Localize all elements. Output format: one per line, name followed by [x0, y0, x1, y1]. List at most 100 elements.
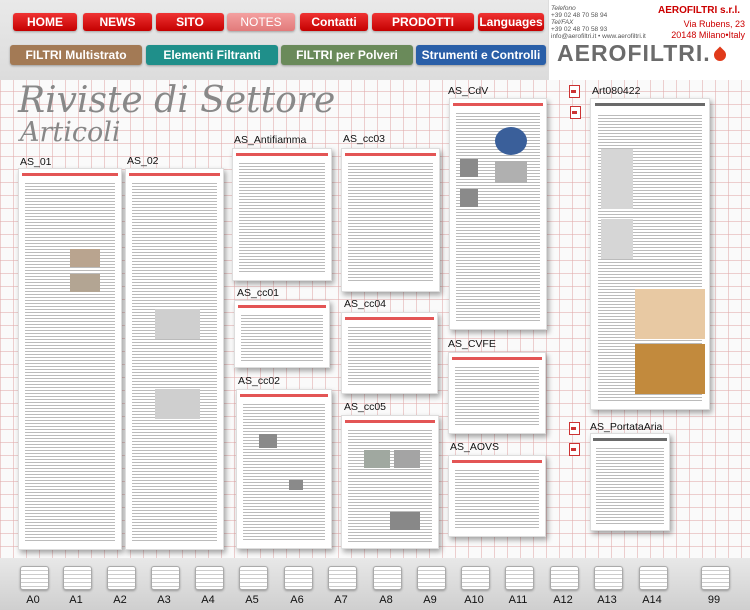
article-image	[289, 480, 303, 490]
doc-preview-cc03[interactable]	[341, 148, 440, 292]
pdf-icon	[569, 422, 580, 435]
header-bar	[344, 317, 435, 320]
header-bar	[594, 103, 706, 106]
article-diagram	[601, 219, 633, 259]
doc-preview-antifiamma[interactable]	[232, 148, 332, 281]
nav-home-button[interactable]: HOME	[13, 13, 77, 31]
thumbnail-a8[interactable]	[373, 566, 402, 590]
nav-sito-button[interactable]: SITO	[156, 13, 224, 31]
doc-label-as02[interactable]: AS_02	[127, 155, 159, 167]
doc-preview-cc04[interactable]	[341, 312, 438, 394]
drop-icon	[711, 46, 729, 64]
filter-image	[635, 344, 705, 394]
article-image	[364, 450, 390, 468]
thumbnail-a3[interactable]	[151, 566, 180, 590]
header-bar	[344, 420, 436, 423]
thumbnail-label: A11	[508, 594, 528, 606]
text-lines	[25, 181, 115, 541]
doc-label-as01[interactable]: AS_01	[20, 156, 52, 168]
thumbnail-a9[interactable]	[417, 566, 446, 590]
header-bar	[451, 357, 543, 360]
article-graph	[155, 389, 201, 419]
article-image	[460, 189, 478, 207]
fax-label: Tel/FAX	[551, 19, 574, 26]
page-subtitle: Articoli	[20, 117, 121, 148]
thumbnail-a11[interactable]	[505, 566, 534, 590]
thumbnail-label: A6	[290, 594, 304, 606]
doc-label-cc03[interactable]: AS_cc03	[343, 133, 385, 145]
pdf-icon	[569, 85, 580, 98]
doc-label-cvfe[interactable]: AS_CVFE	[448, 338, 496, 350]
category-elementi-filtranti-button[interactable]: Elementi Filtranti	[146, 45, 278, 65]
doc-label-cc05[interactable]: AS_cc05	[344, 401, 386, 413]
doc-label-cc01[interactable]: AS_cc01	[237, 287, 279, 299]
doc-preview-cdv[interactable]	[449, 98, 547, 330]
company-name: AEROFILTRI s.r.l.	[658, 5, 741, 16]
thumbnail-label: A8	[379, 594, 393, 606]
logo-text: AEROFILTRI.	[557, 40, 711, 66]
doc-preview-as02[interactable]	[125, 168, 224, 550]
thumbnail-a13[interactable]	[594, 566, 623, 590]
thumbnail-a1[interactable]	[63, 566, 92, 590]
thumbnail-a2[interactable]	[107, 566, 136, 590]
doc-label-antifiamma[interactable]: AS_Antifiamma	[234, 134, 306, 146]
top-navigation-band: HOME NEWS SITO NOTES Contatti PRODOTTI L…	[0, 0, 548, 80]
doc-label-cdv[interactable]: AS_CdV	[448, 85, 488, 97]
thumbnail-label: A10	[464, 594, 484, 606]
text-lines	[595, 446, 665, 524]
doc-label-portata-aria[interactable]: AS_PortataAria	[590, 421, 662, 433]
header-bar	[452, 103, 544, 106]
text-lines	[347, 325, 432, 387]
pdf-icon	[570, 106, 581, 119]
thumbnail-label: A3	[157, 594, 171, 606]
thumbnail-a10[interactable]	[461, 566, 490, 590]
page-title: Riviste di Settore	[18, 80, 336, 121]
pdf-icon	[569, 443, 580, 456]
doc-preview-cc02[interactable]	[236, 389, 332, 549]
article-image	[70, 249, 100, 267]
doc-label-cc04[interactable]: AS_cc04	[344, 298, 386, 310]
doc-preview-aovs[interactable]	[448, 455, 546, 537]
thumbnail-a7[interactable]	[328, 566, 357, 590]
doc-preview-cc01[interactable]	[234, 300, 330, 368]
doc-label-cc02[interactable]: AS_cc02	[238, 375, 280, 387]
text-lines	[454, 468, 540, 530]
thumbnail-a0[interactable]	[20, 566, 49, 590]
thumbnail-a14[interactable]	[639, 566, 668, 590]
category-strumenti-controlli-button[interactable]: Strumenti e Controlli	[416, 45, 546, 65]
thumbnail-label: A12	[553, 594, 573, 606]
thumbnail-99[interactable]	[701, 566, 730, 590]
phone-label: Telefono	[551, 5, 576, 12]
company-logo[interactable]: AEROFILTRI.	[557, 40, 729, 67]
header-bar	[237, 305, 327, 308]
nav-contatti-button[interactable]: Contatti	[300, 13, 368, 31]
nav-prodotti-button[interactable]: PRODOTTI	[372, 13, 474, 31]
filter-image	[635, 289, 705, 339]
thumbnail-label: A9	[423, 594, 437, 606]
header-bar	[128, 173, 221, 176]
doc-preview-cc05[interactable]	[341, 415, 439, 549]
doc-preview-as01[interactable]	[18, 168, 122, 550]
header-bar	[235, 153, 329, 156]
doc-preview-cvfe[interactable]	[448, 352, 546, 434]
category-filtri-polveri-button[interactable]: FILTRI per Polveri	[281, 45, 413, 65]
web-contact[interactable]: info@aerofiltri.it • www.aerofiltri.it	[551, 33, 646, 40]
thumbnail-a12[interactable]	[550, 566, 579, 590]
category-filtri-multistrato-button[interactable]: FILTRI Multistrato	[10, 45, 142, 65]
doc-label-aovs[interactable]: AS_AOVS	[450, 441, 499, 453]
text-lines	[240, 313, 324, 361]
fax-number: +39 02 48 70 58 93	[551, 26, 608, 33]
nav-languages-button[interactable]: Languages	[478, 13, 544, 31]
thumbnail-a4[interactable]	[195, 566, 224, 590]
thumbnail-a5[interactable]	[239, 566, 268, 590]
article-image	[70, 274, 100, 292]
header-bar	[22, 173, 118, 176]
helmet-image	[495, 127, 527, 155]
doc-preview-portata-aria[interactable]	[590, 433, 670, 531]
doc-label-art080422[interactable]: Art080422	[592, 85, 640, 97]
thumbnail-a6[interactable]	[284, 566, 313, 590]
nav-notes-button[interactable]: NOTES	[227, 13, 295, 31]
nav-news-button[interactable]: NEWS	[83, 13, 152, 31]
article-image	[495, 161, 527, 183]
doc-preview-art080422[interactable]	[590, 98, 710, 410]
